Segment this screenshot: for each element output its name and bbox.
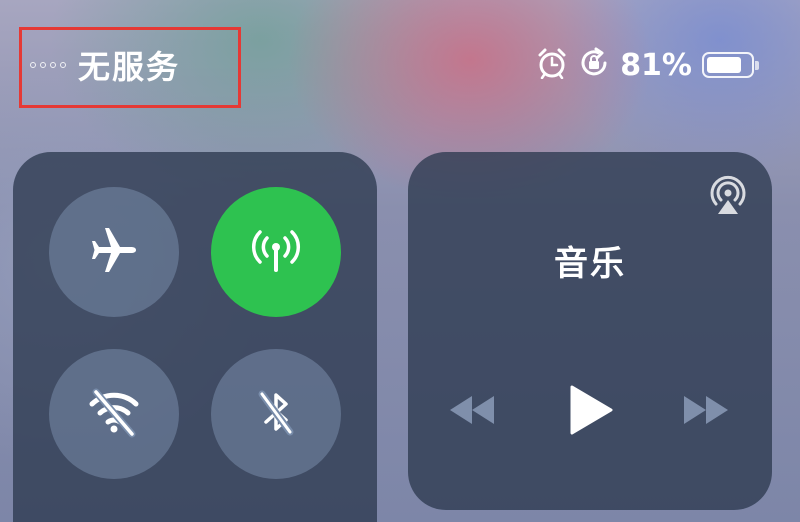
play-icon (568, 384, 614, 440)
status-right: 81% (536, 47, 759, 83)
fast-forward-button[interactable] (680, 392, 732, 432)
rotation-lock-icon (578, 47, 610, 83)
cellular-antenna-icon (246, 220, 306, 284)
airplay-button[interactable] (706, 174, 750, 222)
wifi-off-icon (84, 382, 144, 446)
bluetooth-off-icon (246, 382, 306, 446)
highlight-box (19, 27, 241, 108)
battery-icon (702, 52, 759, 78)
rewind-button[interactable] (446, 392, 498, 432)
music-panel: 音乐 (408, 152, 772, 510)
play-button[interactable] (568, 384, 614, 440)
wifi-toggle[interactable] (49, 349, 179, 479)
battery-percent: 81% (620, 47, 692, 83)
alarm-icon (536, 47, 568, 83)
airplane-icon (86, 222, 142, 282)
bluetooth-toggle[interactable] (211, 349, 341, 479)
battery-fill (707, 57, 742, 73)
fast-forward-icon (680, 392, 732, 432)
airplay-icon (706, 175, 750, 222)
connectivity-panel (13, 152, 377, 522)
cellular-data-toggle[interactable] (211, 187, 341, 317)
music-title: 音乐 (554, 244, 626, 284)
rewind-icon (446, 392, 498, 432)
airplane-mode-toggle[interactable] (49, 187, 179, 317)
